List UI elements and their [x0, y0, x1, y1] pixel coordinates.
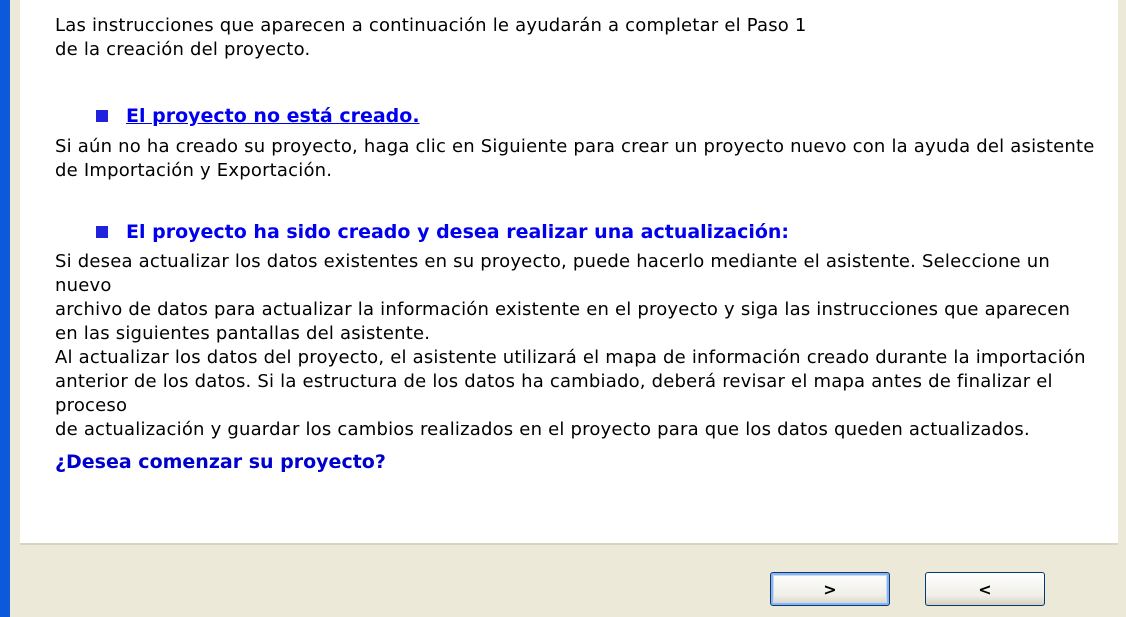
section2-text: Si desea actualizar los datos existentes…: [55, 250, 1095, 442]
intro-text: Las instrucciones que aparecen a continu…: [55, 14, 1095, 62]
section1-line: de Importación y Exportación.: [55, 160, 333, 181]
wizard-window: Las instrucciones que aparecen a continu…: [0, 0, 1126, 617]
window-right-edge: [1118, 0, 1126, 617]
section2-line: Si desea actualizar los datos existentes…: [55, 251, 1050, 296]
section2-line: archivo de datos para actualizar la info…: [55, 299, 1071, 320]
divider: [20, 543, 1118, 545]
section2-line: Al actualizar los datos del proyecto, el…: [55, 347, 1086, 368]
section1-line: Si aún no ha creado su proyecto, haga cl…: [55, 136, 1095, 157]
section1-heading[interactable]: El proyecto no está creado.: [96, 105, 420, 127]
bullet-icon: [96, 226, 108, 238]
section2-line: en las siguientes pantallas del asistent…: [55, 323, 431, 344]
window-left-border: [0, 0, 10, 617]
section2-line: anterior de los datos. Si la estructura …: [55, 371, 1053, 416]
section2-line: de actualización y guardar los cambios r…: [55, 419, 1030, 440]
section1-heading-link[interactable]: El proyecto no está creado.: [126, 105, 420, 127]
section2-heading: El proyecto ha sido creado y desea reali…: [96, 221, 789, 243]
next-button-label: >: [823, 579, 837, 599]
section2-heading-text: El proyecto ha sido creado y desea reali…: [126, 221, 790, 243]
intro-line: Las instrucciones que aparecen a continu…: [55, 15, 807, 36]
back-button[interactable]: <: [925, 572, 1045, 606]
back-button-label: <: [978, 579, 992, 599]
intro-line: de la creación del proyecto.: [55, 39, 311, 60]
start-project-link[interactable]: ¿Desea comenzar su proyecto?: [55, 451, 386, 473]
next-button[interactable]: >: [770, 572, 890, 606]
section1-text: Si aún no ha creado su proyecto, haga cl…: [55, 135, 1095, 183]
bullet-icon: [96, 110, 108, 122]
